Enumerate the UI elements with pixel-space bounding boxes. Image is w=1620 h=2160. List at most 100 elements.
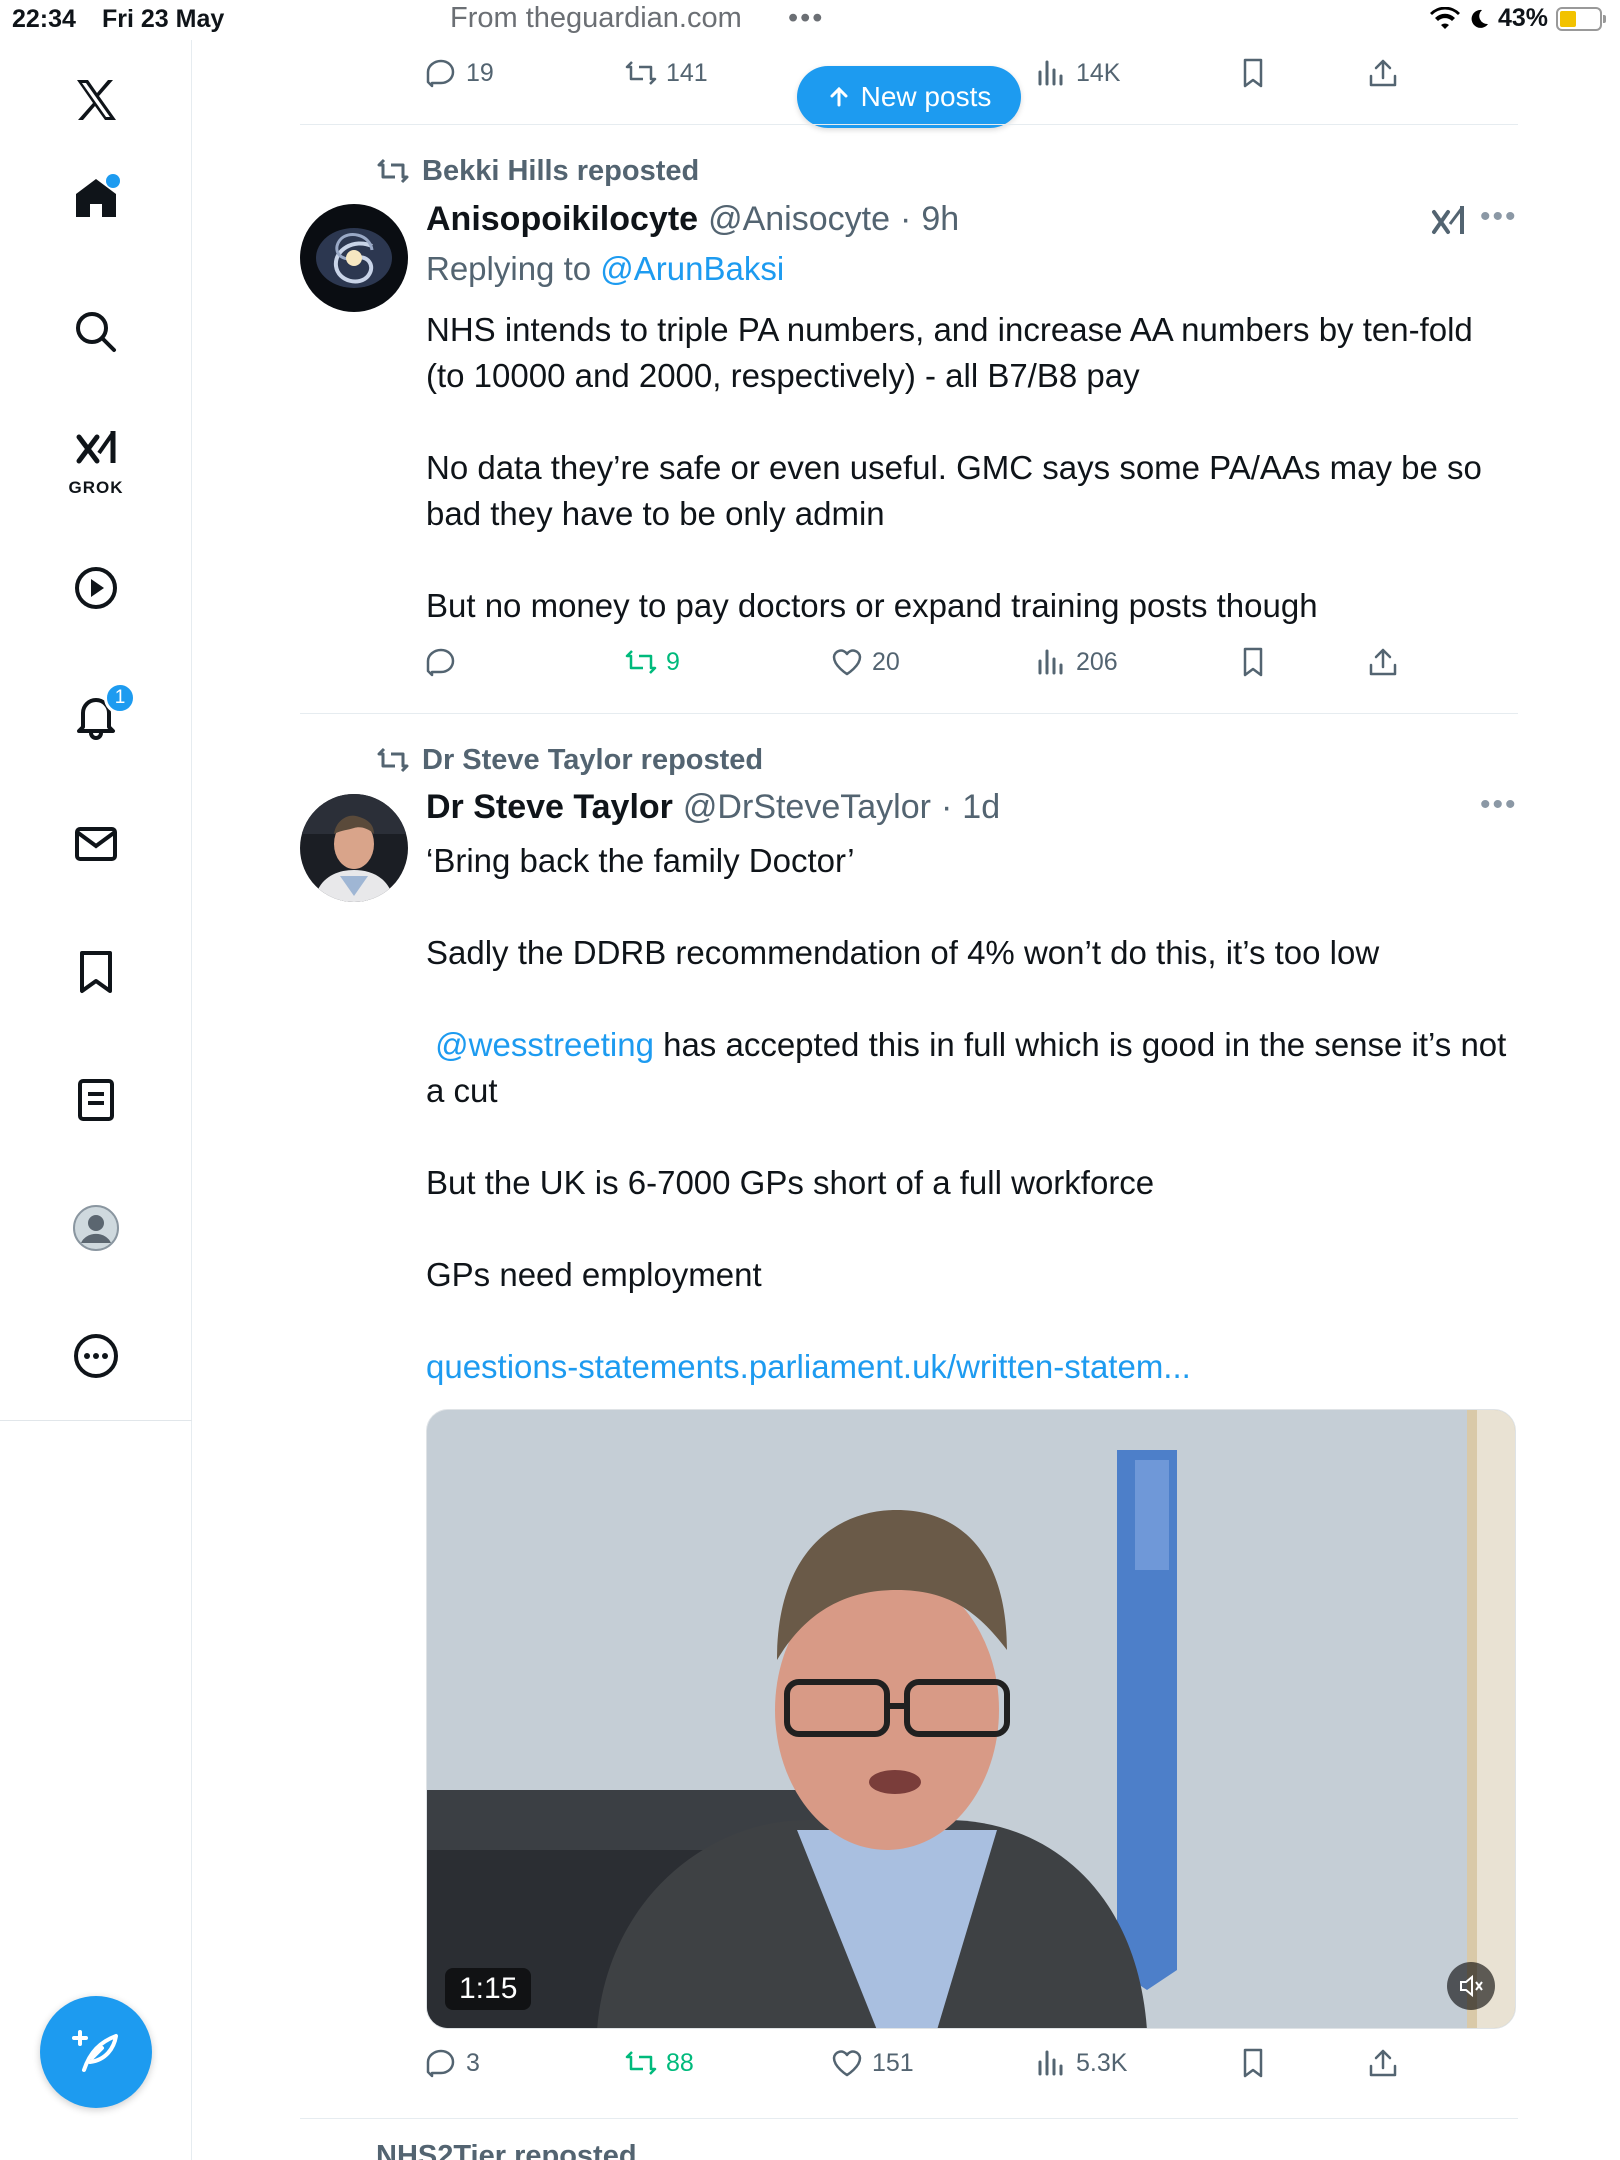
messages-envelope-icon[interactable] [56, 804, 136, 884]
profile-avatar-icon[interactable] [56, 1188, 136, 1268]
status-icons: 43% [1429, 4, 1606, 33]
battery-percent: 43% [1497, 4, 1548, 32]
post-actions: 3 88 151 5.3K [424, 2046, 1424, 2096]
repost-icon [625, 650, 657, 674]
status-bar: 22:34 Fri 23 May From theguardian.com ••… [0, 0, 1620, 40]
search-icon[interactable] [56, 292, 136, 372]
share-icon [1369, 648, 1397, 676]
multitask-dots[interactable]: ••• [788, 2, 824, 35]
share-button[interactable] [1366, 645, 1400, 679]
grok-explain-icon[interactable] [1428, 202, 1468, 247]
repost-icon [377, 158, 409, 184]
avatar[interactable] [300, 204, 408, 312]
share-icon [1369, 59, 1397, 87]
timestamp[interactable]: 1d [962, 788, 1000, 827]
feather-plus-icon [72, 2030, 118, 2072]
like-count: 151 [872, 2048, 914, 2077]
repost-count: 9 [666, 647, 680, 676]
post-actions: 9 20 206 [424, 645, 1424, 695]
arrow-up-icon [830, 86, 848, 107]
compose-post-button[interactable] [40, 1996, 152, 2108]
post-divider [300, 713, 1518, 714]
next-repost-context[interactable]: NHS2Tier reposted [376, 2140, 637, 2160]
repost-icon [377, 747, 409, 773]
repost-button[interactable]: 141 [624, 56, 708, 90]
reply-icon [426, 59, 455, 88]
post-paragraph: NHS intends to triple PA numbers, and in… [426, 311, 1473, 394]
bookmark-icon [1243, 58, 1263, 88]
replying-to-handle[interactable]: @ArunBaksi [600, 250, 784, 287]
handle[interactable]: @Anisocyte [708, 200, 890, 239]
views-count: 206 [1076, 647, 1118, 676]
source-indicator[interactable]: From theguardian.com [450, 2, 742, 35]
post-paragraph: No data they’re safe or even useful. GMC… [426, 449, 1482, 532]
post-paragraph: GPs need employment [426, 1256, 762, 1293]
like-count: 20 [872, 647, 900, 676]
notifications-badge: 1 [104, 682, 136, 714]
reposted-by-label: Bekki Hills reposted [422, 154, 700, 187]
share-button[interactable] [1366, 2046, 1400, 2080]
reply-button[interactable]: 19 [424, 56, 494, 90]
repost-icon [625, 61, 657, 85]
heart-icon [832, 2050, 862, 2077]
more-options-icon[interactable] [56, 1316, 136, 1396]
more-options-icon[interactable]: ••• [1480, 788, 1518, 822]
views-button[interactable]: 14K [1034, 56, 1120, 90]
bookmarks-icon[interactable] [56, 932, 136, 1012]
share-button[interactable] [1366, 56, 1400, 90]
video-play-icon[interactable] [56, 548, 136, 628]
repost-button[interactable]: 9 [624, 645, 680, 679]
avatar[interactable] [300, 794, 408, 902]
views-chart-icon [1038, 649, 1063, 675]
post-text: ‘Bring back the family Doctor’ Sadly the… [426, 838, 1516, 1390]
repost-button[interactable]: 88 [624, 2046, 694, 2080]
timestamp[interactable]: 9h [921, 200, 959, 239]
home-icon[interactable] [56, 158, 136, 238]
date: Fri 23 May [102, 5, 225, 33]
more-options-icon[interactable]: ••• [1480, 200, 1518, 234]
moon-icon [1471, 9, 1488, 28]
post-paragraph: @wesstreeting has accepted this in full … [426, 1022, 1516, 1114]
bookmark-button[interactable] [1236, 2046, 1270, 2080]
repost-context[interactable]: Bekki Hills reposted [376, 154, 699, 188]
bookmark-icon [1243, 2048, 1263, 2078]
reply-button[interactable]: 3 [424, 2046, 480, 2080]
mention-link[interactable]: @wesstreeting [435, 1026, 654, 1063]
bookmark-button[interactable] [1236, 645, 1270, 679]
external-link[interactable]: questions-statements.parliament.uk/writt… [426, 1344, 1516, 1390]
display-name[interactable]: Anisopoikilocyte [426, 200, 698, 239]
speaker-muted-icon [1460, 1974, 1483, 1998]
replying-prefix: Replying to [426, 250, 592, 287]
views-button[interactable]: 206 [1034, 645, 1118, 679]
video-thumbnail [427, 1410, 1515, 2028]
mute-toggle[interactable] [1447, 1962, 1495, 2010]
like-button[interactable]: 151 [830, 2046, 914, 2080]
video-player[interactable]: 1:15 [426, 1409, 1516, 2029]
clock: 22:34 [12, 5, 76, 33]
reply-icon [426, 2049, 455, 2078]
bookmark-icon [1243, 647, 1263, 677]
reply-button[interactable] [424, 645, 466, 679]
repost-context[interactable]: Dr Steve Taylor reposted [376, 743, 763, 777]
views-chart-icon [1038, 2050, 1063, 2076]
views-count: 5.3K [1076, 2048, 1128, 2077]
display-name[interactable]: Dr Steve Taylor [426, 788, 673, 827]
reply-count: 19 [466, 58, 494, 87]
handle[interactable]: @DrSteveTaylor [683, 788, 931, 827]
post-header: Anisopoikilocyte @Anisocyte · 9h [426, 200, 959, 239]
post-paragraph: Sadly the DDRB recommendation of 4% won’… [426, 934, 1380, 971]
views-button[interactable]: 5.3K [1034, 2046, 1127, 2080]
lists-icon[interactable] [56, 1060, 136, 1140]
heart-icon [832, 649, 862, 676]
like-button[interactable]: 20 [830, 645, 900, 679]
new-posts-button[interactable]: New posts [797, 66, 1021, 128]
battery-icon [1556, 6, 1606, 31]
video-duration: 1:15 [445, 1968, 532, 2010]
bookmark-button[interactable] [1236, 56, 1270, 90]
home-unread-dot [106, 174, 120, 188]
x-logo-icon[interactable] [56, 60, 136, 140]
separator-dot: · [940, 788, 953, 826]
repost-count: 88 [666, 2048, 694, 2077]
sidebar: GROK 1 [0, 40, 192, 2160]
reply-count: 3 [466, 2048, 480, 2077]
